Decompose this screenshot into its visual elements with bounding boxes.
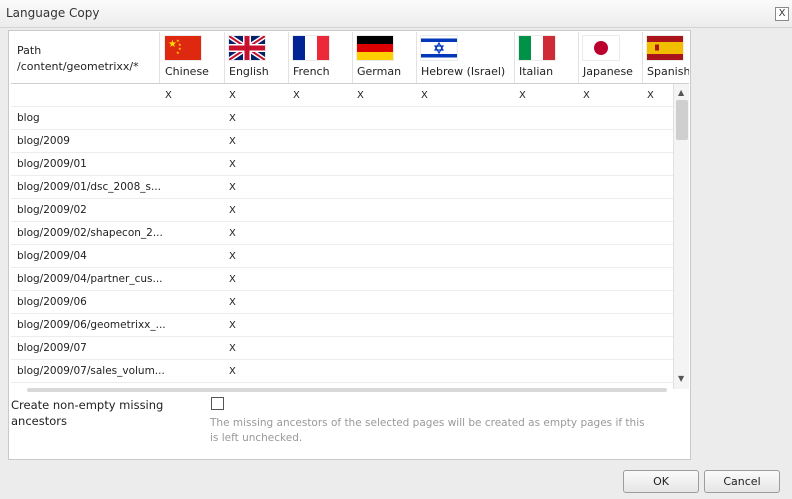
close-button[interactable]: X: [775, 7, 789, 21]
language-column-header[interactable]: English: [224, 32, 289, 83]
france-flag-icon: [293, 36, 329, 60]
table-row[interactable]: blog/2009/04/partner_cus... X: [11, 268, 673, 291]
create-ancestors-hint: The missing ancestors of the selected pa…: [210, 417, 645, 444]
table-row[interactable]: blog X: [11, 107, 673, 130]
language-label: German: [357, 65, 402, 78]
dialog-panel: Path /content/geometrixx/* ★ ★ ★ ★ ★ Chinese E…: [8, 30, 691, 460]
path-column-header[interactable]: Path /content/geometrixx/*: [11, 32, 160, 83]
language-column-header[interactable]: Hebrew (Israel): [416, 32, 515, 83]
language-label: Spanish: [647, 65, 689, 78]
copy-toggle[interactable]: X: [229, 90, 236, 101]
copy-toggle[interactable]: X: [229, 228, 236, 239]
copy-toggle[interactable]: X: [229, 297, 236, 308]
title-bar: Language Copy X: [0, 0, 792, 28]
row-path: blog/2009/06/geometrixx_...: [17, 319, 166, 331]
window-title: Language Copy: [6, 6, 100, 20]
japan-flag-icon: [583, 36, 619, 60]
row-path: blog/2009/02/shapecon_2...: [17, 227, 163, 239]
svg-text:★: ★: [176, 50, 180, 55]
copy-toggle[interactable]: X: [229, 274, 236, 285]
language-column-header[interactable]: Spanish: [642, 32, 689, 83]
copy-toggle[interactable]: X: [229, 182, 236, 193]
language-label: Japanese: [583, 65, 633, 78]
table-row[interactable]: blog/2009/01/dsc_2008_s... X: [11, 176, 673, 199]
row-path: blog: [17, 112, 40, 124]
copy-toggle[interactable]: X: [229, 366, 236, 377]
copy-toggle[interactable]: X: [165, 90, 172, 101]
language-label: Chinese: [165, 65, 209, 78]
path-header-root: /content/geometrixx/*: [17, 60, 139, 73]
row-path: blog/2009/07/sales_volum...: [17, 365, 165, 377]
language-column-header[interactable]: Japanese: [578, 32, 643, 83]
germany-flag-icon: [357, 36, 393, 60]
table-row[interactable]: blog/2009/04 X: [11, 245, 673, 268]
copy-toggle[interactable]: X: [421, 90, 428, 101]
create-ancestors-checkbox[interactable]: [211, 397, 224, 410]
language-column-header[interactable]: Italian: [514, 32, 579, 83]
copy-toggle[interactable]: X: [647, 90, 654, 101]
row-path: blog/2009/04: [17, 250, 87, 262]
language-label: Italian: [519, 65, 554, 78]
table-row[interactable]: blog/2009/07/sales_volum... X: [11, 360, 673, 383]
row-path: blog/2009/07: [17, 342, 87, 354]
table-row[interactable]: blog/2009/02/shapecon_2... X: [11, 222, 673, 245]
row-path: blog/2009: [17, 135, 70, 147]
cancel-button[interactable]: Cancel: [704, 470, 780, 493]
path-header-label: Path: [17, 44, 42, 57]
language-grid: Path /content/geometrixx/* ★ ★ ★ ★ ★ Chinese E…: [11, 32, 689, 389]
copy-toggle[interactable]: X: [229, 320, 236, 331]
copy-toggle[interactable]: X: [229, 113, 236, 124]
row-path: blog/2009/06: [17, 296, 87, 308]
copy-toggle[interactable]: X: [229, 205, 236, 216]
row-path: blog/2009/01: [17, 158, 87, 170]
horizontal-scrollbar[interactable]: [27, 388, 667, 392]
scroll-up-icon[interactable]: ▲: [678, 88, 684, 97]
row-path: blog/2009/02: [17, 204, 87, 216]
language-column-header[interactable]: German: [352, 32, 417, 83]
scroll-thumb[interactable]: [676, 100, 688, 140]
language-column-header[interactable]: French: [288, 32, 353, 83]
table-row[interactable]: blog/2009/06/geometrixx_... X: [11, 314, 673, 337]
copy-toggle[interactable]: X: [583, 90, 590, 101]
table-row[interactable]: blog/2009/01 X: [11, 153, 673, 176]
copy-toggle[interactable]: X: [229, 343, 236, 354]
uk-flag-icon: [229, 36, 265, 60]
language-column-header[interactable]: ★ ★ ★ ★ ★ Chinese: [160, 32, 225, 83]
copy-toggle[interactable]: X: [293, 90, 300, 101]
language-label: French: [293, 65, 330, 78]
italy-flag-icon: [519, 36, 555, 60]
row-path: blog/2009/04/partner_cus...: [17, 273, 163, 285]
language-label: English: [229, 65, 269, 78]
copy-toggle[interactable]: X: [229, 136, 236, 147]
copy-toggle[interactable]: X: [519, 90, 526, 101]
language-label: Hebrew (Israel): [421, 65, 506, 78]
ok-button[interactable]: OK: [623, 470, 699, 493]
copy-toggle[interactable]: X: [229, 159, 236, 170]
china-flag-icon: ★ ★ ★ ★ ★: [165, 36, 201, 60]
vertical-scrollbar[interactable]: ▲ ▼: [673, 84, 689, 389]
grid-header: Path /content/geometrixx/* ★ ★ ★ ★ ★ Chinese E…: [11, 32, 689, 84]
scroll-down-icon[interactable]: ▼: [678, 374, 684, 383]
table-row[interactable]: blog/2009/02 X: [11, 199, 673, 222]
select-all-row[interactable]: XXXXXXXX: [11, 84, 673, 107]
copy-toggle[interactable]: X: [229, 251, 236, 262]
table-row[interactable]: blog/2009/06 X: [11, 291, 673, 314]
table-row[interactable]: blog/2009 X: [11, 130, 673, 153]
copy-toggle[interactable]: X: [357, 90, 364, 101]
israel-flag-icon: [421, 36, 457, 60]
row-path: blog/2009/01/dsc_2008_s...: [17, 181, 161, 193]
spain-flag-icon: [647, 36, 683, 60]
table-row[interactable]: blog/2009/07 X: [11, 337, 673, 360]
create-ancestors-label: Create non-empty missing ancestors: [11, 398, 164, 428]
